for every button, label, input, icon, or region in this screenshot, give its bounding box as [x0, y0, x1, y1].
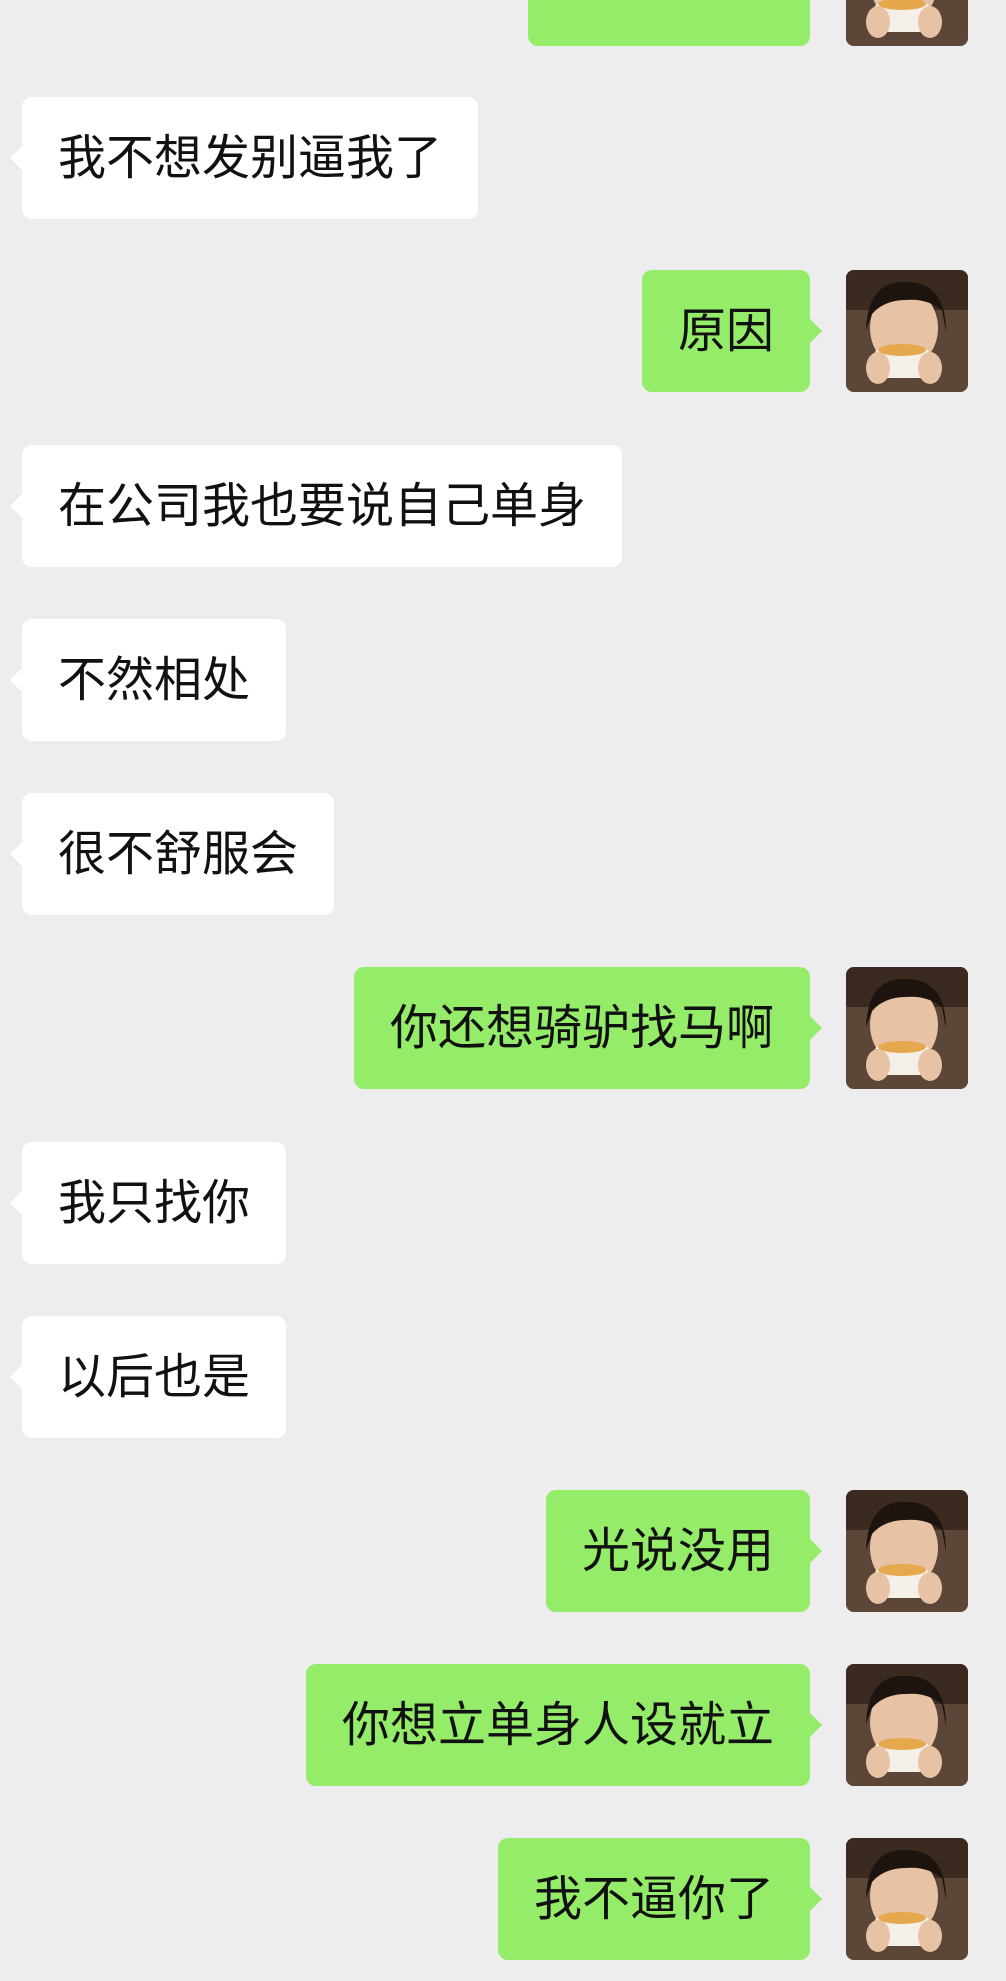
message-incoming: 不然相处: [0, 619, 1006, 741]
message-bubble-outgoing[interactable]: 光说没用: [545, 1490, 823, 1612]
message-incoming: 很不舒服会: [0, 793, 1006, 915]
user-avatar[interactable]: [846, 1490, 968, 1612]
user-avatar-icon: [846, 0, 968, 46]
message-bubble-incoming[interactable]: 我不想发别逼我了: [9, 97, 479, 219]
message-incoming: 在公司我也要说自己单身: [0, 445, 1006, 567]
message-bubble-outgoing[interactable]: 你还想骑驴找马啊: [353, 967, 823, 1089]
user-avatar[interactable]: [846, 1838, 968, 1960]
message-bubble-incoming[interactable]: 不然相处: [9, 619, 287, 741]
message-outgoing: 原因: [0, 270, 1006, 392]
user-avatar-icon: [846, 270, 968, 392]
message-incoming: 我不想发别逼我了: [0, 97, 1006, 219]
message-incoming: 以后也是: [0, 1316, 1006, 1438]
chat-message-list[interactable]: 我不想发别逼我了 原因 在公司我也要说自己单身 不然相处 很不舒服会 你还想骑驴…: [0, 0, 1006, 1981]
message-bubble-outgoing[interactable]: 原因: [641, 270, 823, 392]
message-bubble-outgoing[interactable]: 你想立单身人设就立: [305, 1664, 823, 1786]
message-incoming: 我只找你: [0, 1142, 1006, 1264]
user-avatar-icon: [846, 1490, 968, 1612]
user-avatar-icon: [846, 1838, 968, 1960]
user-avatar-icon: [846, 1664, 968, 1786]
message-bubble-incoming[interactable]: 很不舒服会: [9, 793, 335, 915]
message-bubble-incoming[interactable]: 在公司我也要说自己单身: [9, 445, 623, 567]
user-avatar[interactable]: [846, 0, 968, 46]
message-bubble-incoming[interactable]: 以后也是: [9, 1316, 287, 1438]
user-avatar[interactable]: [846, 967, 968, 1089]
user-avatar[interactable]: [846, 270, 968, 392]
message-outgoing: 光说没用: [0, 1490, 1006, 1612]
user-avatar[interactable]: [846, 1664, 968, 1786]
message-bubble-incoming[interactable]: 我只找你: [9, 1142, 287, 1264]
message-bubble-outgoing[interactable]: 我不逼你了: [497, 1838, 823, 1960]
message-outgoing: 你还想骑驴找马啊: [0, 967, 1006, 1089]
user-avatar-icon: [846, 967, 968, 1089]
message-outgoing: 我不逼你了: [0, 1838, 1006, 1960]
message-bubble-outgoing[interactable]: [528, 0, 810, 46]
message-outgoing: 你想立单身人设就立: [0, 1664, 1006, 1786]
message-outgoing-partial: [0, 0, 1006, 46]
